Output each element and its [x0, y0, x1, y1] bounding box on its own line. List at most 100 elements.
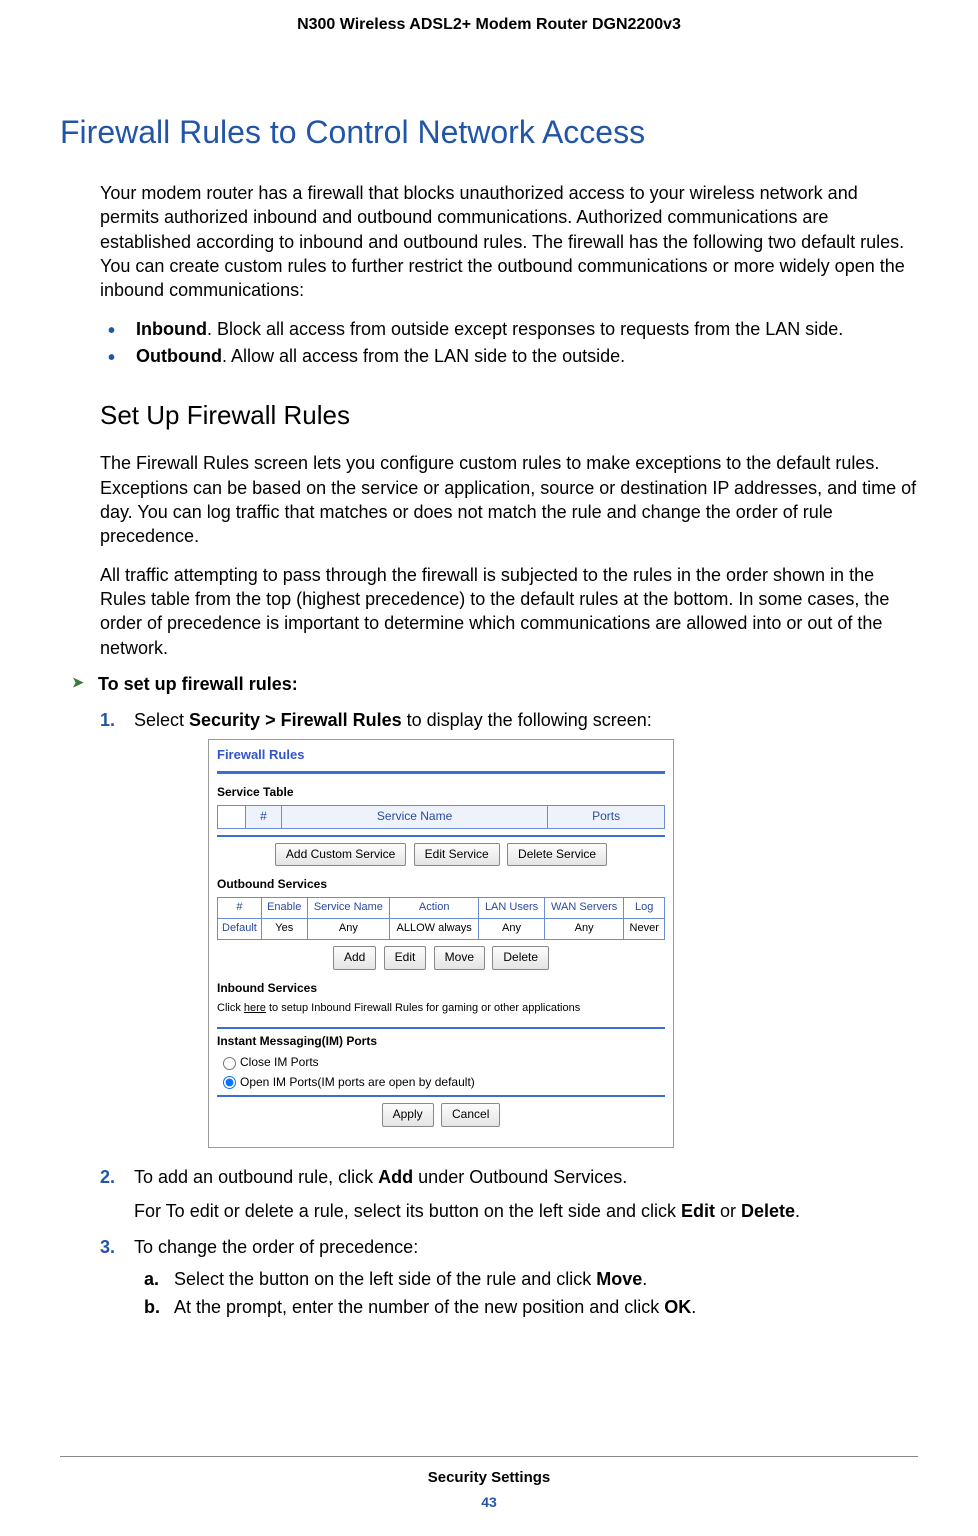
footer-rule — [60, 1456, 918, 1457]
col-wan-servers: WAN Servers — [544, 898, 624, 919]
radio-label: Open IM Ports(IM ports are open by defau… — [240, 1074, 475, 1091]
list-item: Outbound. Allow all access from the LAN … — [100, 343, 918, 370]
inbound-hint: Click here to setup Inbound Firewall Rul… — [217, 1001, 665, 1017]
b: Edit — [681, 1201, 715, 1221]
outbound-heading: Outbound Services — [217, 876, 665, 893]
t: For To edit or delete a rule, select its… — [134, 1201, 681, 1221]
cell-name: Any — [307, 919, 390, 940]
close-im-ports-radio[interactable]: Close IM Ports — [223, 1054, 665, 1071]
service-table-heading: Service Table — [217, 784, 665, 801]
section-heading-h2: Set Up Firewall Rules — [100, 400, 918, 431]
sub-marker: b. — [144, 1294, 160, 1320]
radio-input[interactable] — [223, 1057, 236, 1070]
steps-list: 1. Select Security > Firewall Rules to d… — [100, 707, 918, 1320]
divider — [217, 1027, 665, 1029]
add-custom-service-button[interactable]: Add Custom Service — [275, 843, 406, 866]
cell-enable: Yes — [261, 919, 307, 940]
t: . — [691, 1297, 696, 1317]
col-hash: # — [218, 898, 262, 919]
col-service-name: Service Name — [282, 806, 548, 828]
step-bold: Add — [378, 1167, 413, 1187]
outbound-text: . Allow all access from the LAN side to … — [222, 346, 625, 366]
cell-wan: Any — [544, 919, 624, 940]
b: OK — [664, 1297, 691, 1317]
step-text: To change the order of precedence: — [134, 1237, 418, 1257]
page-heading-h1: Firewall Rules to Control Network Access — [60, 114, 918, 151]
apply-button[interactable]: Apply — [382, 1103, 434, 1126]
divider — [217, 771, 665, 774]
t: . — [795, 1201, 800, 1221]
hint-pre: Click — [217, 1002, 244, 1014]
list-item: Inbound. Block all access from outside e… — [100, 316, 918, 343]
step-number: 3. — [100, 1234, 115, 1260]
col-log: Log — [624, 898, 665, 919]
add-button[interactable]: Add — [333, 946, 376, 969]
b: Move — [596, 1269, 642, 1289]
page-footer: Security Settings 43 — [0, 1456, 978, 1510]
step-sub-paragraph: For To edit or delete a rule, select its… — [134, 1198, 918, 1224]
service-table: # Service Name Ports — [217, 805, 665, 828]
step-text: Select — [134, 710, 189, 730]
step-text: to display the following screen: — [402, 710, 652, 730]
col-hash: # — [246, 806, 282, 828]
step-number: 1. — [100, 707, 115, 733]
delete-service-button[interactable]: Delete Service — [507, 843, 607, 866]
step-text: under Outbound Services. — [413, 1167, 627, 1187]
inbound-heading: Inbound Services — [217, 980, 665, 997]
sub-step-b: b. At the prompt, enter the number of th… — [144, 1294, 918, 1320]
delete-button[interactable]: Delete — [492, 946, 549, 969]
step-3: 3. To change the order of precedence: a.… — [100, 1234, 918, 1320]
col-enable: Enable — [261, 898, 307, 919]
sub-steps: a. Select the button on the left side of… — [144, 1266, 918, 1320]
col-action: Action — [390, 898, 479, 919]
edit-button[interactable]: Edit — [384, 946, 427, 969]
service-buttons-row: Add Custom Service Edit Service Delete S… — [217, 843, 665, 866]
table-row: Default Yes Any ALLOW always Any Any Nev… — [218, 919, 665, 940]
outbound-buttons-row: Add Edit Move Delete — [217, 946, 665, 969]
move-button[interactable]: Move — [434, 946, 485, 969]
divider — [217, 1095, 665, 1097]
step-1: 1. Select Security > Firewall Rules to d… — [100, 707, 918, 1148]
col-ports: Ports — [548, 806, 665, 828]
col-service-name: Service Name — [307, 898, 390, 919]
sub-marker: a. — [144, 1266, 159, 1292]
cancel-button[interactable]: Cancel — [441, 1103, 500, 1126]
col-checkbox — [218, 806, 246, 828]
cell-hash: Default — [218, 919, 262, 940]
default-rules-list: Inbound. Block all access from outside e… — [100, 316, 918, 370]
divider — [217, 835, 665, 837]
cell-log: Never — [624, 919, 665, 940]
b: Delete — [741, 1201, 795, 1221]
footer-section: Security Settings — [0, 1469, 978, 1486]
step-2: 2. To add an outbound rule, click Add un… — [100, 1164, 918, 1224]
hint-post: to setup Inbound Firewall Rules for gami… — [266, 1002, 580, 1014]
cell-action: ALLOW always — [390, 919, 479, 940]
t: Select the button on the left side of th… — [174, 1269, 596, 1289]
intro-paragraph: Your modem router has a firewall that bl… — [100, 181, 918, 302]
im-heading: Instant Messaging(IM) Ports — [217, 1033, 665, 1050]
t: or — [715, 1201, 741, 1221]
cell-lan: Any — [479, 919, 545, 940]
panel-title: Firewall Rules — [217, 746, 665, 765]
t: . — [642, 1269, 647, 1289]
t: At the prompt, enter the number of the n… — [174, 1297, 664, 1317]
open-im-ports-radio[interactable]: Open IM Ports(IM ports are open by defau… — [223, 1074, 665, 1091]
inbound-label: Inbound — [136, 319, 207, 339]
sub-step-a: a. Select the button on the left side of… — [144, 1266, 918, 1292]
col-lan-users: LAN Users — [479, 898, 545, 919]
inbound-text: . Block all access from outside except r… — [207, 319, 843, 339]
firewall-rules-panel: Firewall Rules Service Table # Service N… — [208, 739, 674, 1148]
task-heading: To set up firewall rules: — [72, 674, 918, 695]
radio-input[interactable] — [223, 1076, 236, 1089]
step-text: To add an outbound rule, click — [134, 1167, 378, 1187]
outbound-label: Outbound — [136, 346, 222, 366]
apply-cancel-row: Apply Cancel — [217, 1103, 665, 1126]
inbound-here-link[interactable]: here — [244, 1002, 266, 1014]
paragraph: The Firewall Rules screen lets you confi… — [100, 451, 918, 548]
outbound-table: # Enable Service Name Action LAN Users W… — [217, 897, 665, 940]
edit-service-button[interactable]: Edit Service — [414, 843, 500, 866]
running-header: N300 Wireless ADSL2+ Modem Router DGN220… — [60, 0, 918, 34]
footer-page-number: 43 — [0, 1494, 978, 1510]
radio-label: Close IM Ports — [240, 1054, 319, 1071]
step-number: 2. — [100, 1164, 115, 1190]
